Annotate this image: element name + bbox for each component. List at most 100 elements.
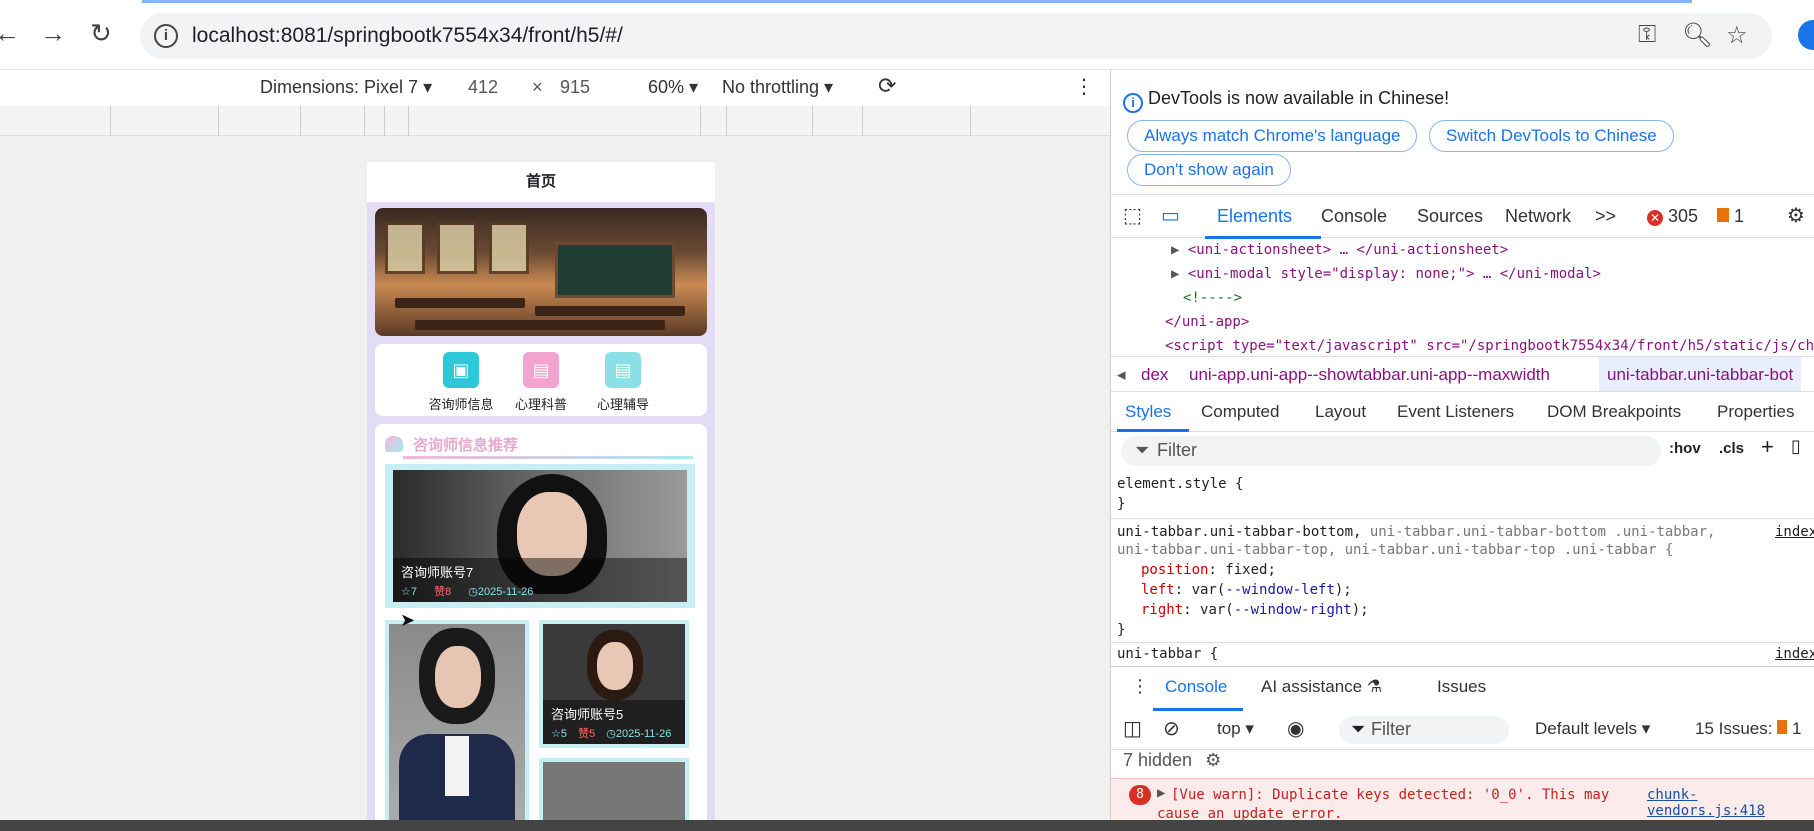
issues-counter[interactable]: 15 Issues: 1 <box>1695 719 1801 739</box>
console-settings-icon[interactable]: ⚙ <box>1205 750 1221 770</box>
issue-icon <box>1777 720 1788 734</box>
height-input[interactable]: 915 <box>560 77 590 98</box>
dom-node[interactable]: <script type="text/javascript" src="/spr… <box>1165 338 1814 354</box>
css-selector[interactable]: uni-tabbar { <box>1117 646 1218 662</box>
switch-to-chinese-button[interactable]: Switch DevTools to Chinese <box>1429 120 1674 152</box>
css-source-link[interactable]: index <box>1775 524 1814 540</box>
drawer-menu-icon[interactable]: ⋮ <box>1131 676 1149 697</box>
section-bullet-icon <box>385 436 403 452</box>
error-count-badge: 8 <box>1129 785 1151 805</box>
context-select[interactable]: top ▾ <box>1217 719 1254 739</box>
cls-toggle[interactable]: .cls <box>1719 440 1744 457</box>
css-rule[interactable]: element.style { <box>1117 476 1243 492</box>
devtools-tabs: ⬚ ▭ Elements Console Sources Network >> … <box>1111 194 1814 239</box>
rotate-icon[interactable]: ⟳ <box>878 73 896 99</box>
console-filter-input[interactable]: ⏷ Filter <box>1339 716 1509 744</box>
hov-toggle[interactable]: :hov <box>1669 440 1701 457</box>
counselor-card[interactable]: 咨询师账号5 ☆5 赞5 ◷2025-11-26 <box>539 620 689 748</box>
css-declaration[interactable]: position: fixed; <box>1141 562 1276 578</box>
tab-sources[interactable]: Sources <box>1417 206 1483 227</box>
banner-image[interactable] <box>375 208 707 336</box>
device-toggle-icon[interactable]: ▭ <box>1161 203 1180 228</box>
css-source-link[interactable]: index <box>1775 646 1814 662</box>
clear-console-icon[interactable]: ⊘ <box>1163 716 1180 741</box>
mobile-app-frame: 首页 ▣ 咨询师信息 ▤ 心理科普 ▤ 心理辅导 咨询师信息推荐 咨询师账号7 … <box>367 162 715 831</box>
inspect-icon[interactable]: ⬚ <box>1123 203 1142 228</box>
css-declaration[interactable]: left: var(--window-left); <box>1141 582 1352 598</box>
dom-node[interactable]: </uni-app> <box>1165 314 1249 330</box>
log-levels-select[interactable]: Default levels ▾ <box>1535 719 1650 739</box>
dom-tree: ▶ <uni-actionsheet> … </uni-actionsheet>… <box>1111 238 1814 358</box>
subtab-dom-breakpoints[interactable]: DOM Breakpoints <box>1547 402 1681 422</box>
back-icon[interactable]: ← <box>0 18 20 49</box>
sidebar-toggle-icon[interactable]: ◫ <box>1123 716 1142 741</box>
dom-node[interactable]: ▶ <uni-modal style="display: none;"> … <… <box>1171 266 1601 282</box>
recommend-section: 咨询师信息推荐 咨询师账号7 ☆7 赞8 ◷2025-11-26 咨询师账号5 … <box>375 424 707 831</box>
css-selector[interactable]: uni-tabbar.uni-tabbar-bottom, uni-tabbar… <box>1117 524 1715 540</box>
zoom-icon[interactable]: 🔍︎ <box>1682 21 1712 50</box>
tab-network[interactable]: Network <box>1505 206 1571 227</box>
eye-icon[interactable]: ◉ <box>1287 716 1304 741</box>
tab-console[interactable]: Console <box>1321 206 1387 227</box>
hidden-messages: 7 hidden ⚙ <box>1123 750 1222 770</box>
key-icon[interactable]: ⚿ <box>1638 21 1656 49</box>
counselor-card[interactable] <box>385 620 529 831</box>
url-text[interactable]: localhost:8081/springbootk7554x34/front/… <box>192 24 623 48</box>
paint-icon[interactable]: ▯ <box>1791 436 1801 457</box>
styles-filter-input[interactable]: ⏷ Filter <box>1121 436 1661 466</box>
device-toolbar: Dimensions: Pixel 7 ▾ 412 × 915 60% ▾ No… <box>0 70 1110 106</box>
card-overlay: 咨询师账号7 ☆7 赞8 ◷2025-11-26 <box>393 558 687 602</box>
dom-node[interactable]: ▶ <uni-actionsheet> … </uni-actionsheet> <box>1171 242 1508 258</box>
zoom-select[interactable]: 60% ▾ <box>648 77 698 98</box>
subtab-computed[interactable]: Computed <box>1201 402 1279 422</box>
site-info-icon[interactable]: i <box>154 24 178 48</box>
warning-badge[interactable]: 1 <box>1717 206 1744 227</box>
more-options-icon[interactable]: ⋮ <box>1074 74 1094 99</box>
error-badge[interactable]: ✕ 305 <box>1647 206 1698 227</box>
add-rule-icon[interactable]: + <box>1761 434 1774 460</box>
dont-show-again-button[interactable]: Don't show again <box>1127 154 1291 186</box>
menu-item-counselor-info[interactable]: ▣ 咨询师信息 <box>421 352 501 413</box>
counselor-card[interactable]: 咨询师账号7 ☆7 赞8 ◷2025-11-26 <box>385 464 695 608</box>
section-divider <box>403 456 693 459</box>
profile-avatar[interactable] <box>1798 20 1814 50</box>
drawer-tab-console[interactable]: Console <box>1165 677 1227 697</box>
dimensions-select[interactable]: Dimensions: Pixel 7 ▾ <box>260 77 432 98</box>
chart-icon: ▣ <box>443 352 479 388</box>
subtab-layout[interactable]: Layout <box>1315 402 1366 422</box>
subtab-styles[interactable]: Styles <box>1125 402 1171 422</box>
browser-toolbar: ← → ↻ i localhost:8081/springbootk7554x3… <box>0 0 1814 70</box>
breadcrumb-item[interactable]: dex <box>1141 365 1168 385</box>
subtab-properties[interactable]: Properties <box>1717 402 1794 422</box>
breadcrumb-item-selected[interactable]: uni-tabbar.uni-tabbar-bot <box>1599 357 1802 391</box>
page-title: 首页 <box>367 162 715 202</box>
settings-gear-icon[interactable]: ⚙ <box>1787 203 1805 228</box>
reload-icon[interactable]: ↻ <box>90 18 112 49</box>
throttling-select[interactable]: No throttling ▾ <box>722 77 833 98</box>
tab-elements[interactable]: Elements <box>1217 206 1292 227</box>
expand-arrow-icon[interactable]: ▶ <box>1157 785 1165 801</box>
styles-subtabs: Styles Computed Layout Event Listeners D… <box>1111 392 1814 432</box>
dom-comment[interactable]: <!----> <box>1183 290 1242 306</box>
breadcrumb: ◂ dex uni-app.uni-app--showtabbar.uni-ap… <box>1111 356 1814 392</box>
always-match-language-button[interactable]: Always match Chrome's language <box>1127 120 1418 152</box>
bookmark-star-icon[interactable]: ☆ <box>1726 21 1748 50</box>
subtab-event-listeners[interactable]: Event Listeners <box>1397 402 1514 422</box>
more-tabs-icon[interactable]: >> <box>1595 206 1616 227</box>
address-bar[interactable]: i localhost:8081/springbootk7554x34/fron… <box>140 13 1772 59</box>
breadcrumb-scroll-left-icon[interactable]: ◂ <box>1117 365 1126 385</box>
width-input[interactable]: 412 <box>468 77 498 98</box>
drawer-tab-issues[interactable]: Issues <box>1437 677 1486 697</box>
breadcrumb-item[interactable]: uni-app.uni-app--showtabbar.uni-app--max… <box>1189 365 1550 385</box>
mouse-cursor: ➤ <box>400 610 416 630</box>
drawer-tab-ai-assistance[interactable]: AI assistance ⚗ <box>1261 677 1382 697</box>
info-icon: i <box>1123 93 1143 113</box>
css-declaration[interactable]: right: var(--window-right); <box>1141 602 1369 618</box>
css-selector[interactable]: uni-tabbar.uni-tabbar-top, uni-tabbar.un… <box>1117 542 1673 558</box>
forward-icon[interactable]: → <box>40 18 66 49</box>
menu-item-psych-science[interactable]: ▤ 心理科普 <box>501 352 581 413</box>
error-source-link[interactable]: chunk-vendors.js:418 <box>1647 787 1814 819</box>
menu-item-psych-counseling[interactable]: ▤ 心理辅导 <box>583 352 663 413</box>
device-viewport: Dimensions: Pixel 7 ▾ 412 × 915 60% ▾ No… <box>0 70 1110 831</box>
media-query-ruler <box>0 106 1110 136</box>
